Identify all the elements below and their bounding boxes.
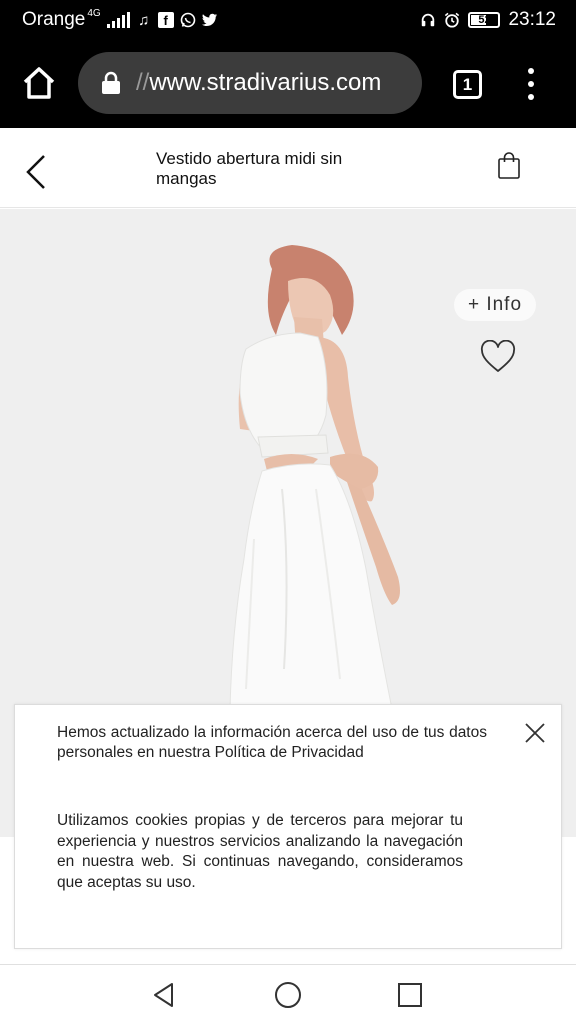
clock: 23:12 xyxy=(508,9,556,30)
nav-back-button[interactable] xyxy=(150,981,178,1009)
battery-level: 52 xyxy=(478,14,491,26)
chevron-left-icon xyxy=(26,155,45,189)
home-icon xyxy=(23,67,55,99)
status-right: 52 23:12 xyxy=(420,9,556,31)
page-title: Vestido abertura midi sin mangas xyxy=(156,149,343,188)
nav-recents-button[interactable] xyxy=(397,982,423,1008)
network-type: 4G xyxy=(87,8,101,19)
cookie-notice-text: Utilizamos cookies propias y de terceros… xyxy=(57,812,463,891)
triangle-back-icon xyxy=(154,983,173,1007)
twitter-icon xyxy=(201,12,218,28)
alarm-icon xyxy=(444,12,460,28)
whatsapp-icon xyxy=(180,12,196,28)
tab-switcher-button[interactable]: 1 xyxy=(453,70,482,99)
cookie-close-button[interactable] xyxy=(523,721,547,745)
url-text: //www.stradivarius.com xyxy=(136,69,381,97)
browser-home-button[interactable] xyxy=(20,64,58,102)
square-recents-icon xyxy=(398,983,422,1007)
url-host: www.stradivarius.com xyxy=(149,69,382,96)
status-bar: Orange 4G ♫ f 52 23:12 xyxy=(0,0,576,40)
status-left: Orange 4G ♫ f xyxy=(22,9,218,31)
shopping-bag-button[interactable] xyxy=(497,152,521,180)
address-bar[interactable]: //www.stradivarius.com xyxy=(78,52,422,114)
browser-menu-button[interactable] xyxy=(524,68,538,100)
back-button[interactable] xyxy=(22,152,52,192)
nav-home-button[interactable] xyxy=(274,981,302,1009)
battery-icon: 52 xyxy=(468,12,501,28)
signal-icon xyxy=(106,12,130,28)
browser-toolbar: //www.stradivarius.com 1 xyxy=(0,40,576,128)
page-header: Vestido abertura midi sin mangas xyxy=(0,128,576,208)
carrier-name: Orange xyxy=(22,9,86,30)
url-scheme: // xyxy=(136,69,150,96)
music-icon: ♫ xyxy=(138,11,150,29)
shopping-bag-icon xyxy=(498,152,520,179)
cookie-banner: Hemos actualizado la información acerca … xyxy=(14,704,562,949)
close-icon xyxy=(525,723,545,743)
headset-icon xyxy=(420,12,436,28)
lock-icon xyxy=(102,71,120,94)
info-button[interactable]: + Info xyxy=(454,289,536,321)
tab-count: 1 xyxy=(462,74,473,94)
heart-icon xyxy=(480,339,516,372)
facebook-icon: f xyxy=(157,12,174,28)
circle-home-icon xyxy=(275,982,301,1008)
system-nav-bar xyxy=(0,964,576,1024)
more-vert-icon xyxy=(528,68,534,74)
wishlist-button[interactable] xyxy=(480,339,516,374)
privacy-update-text: Hemos actualizado la información acerca … xyxy=(57,724,487,761)
